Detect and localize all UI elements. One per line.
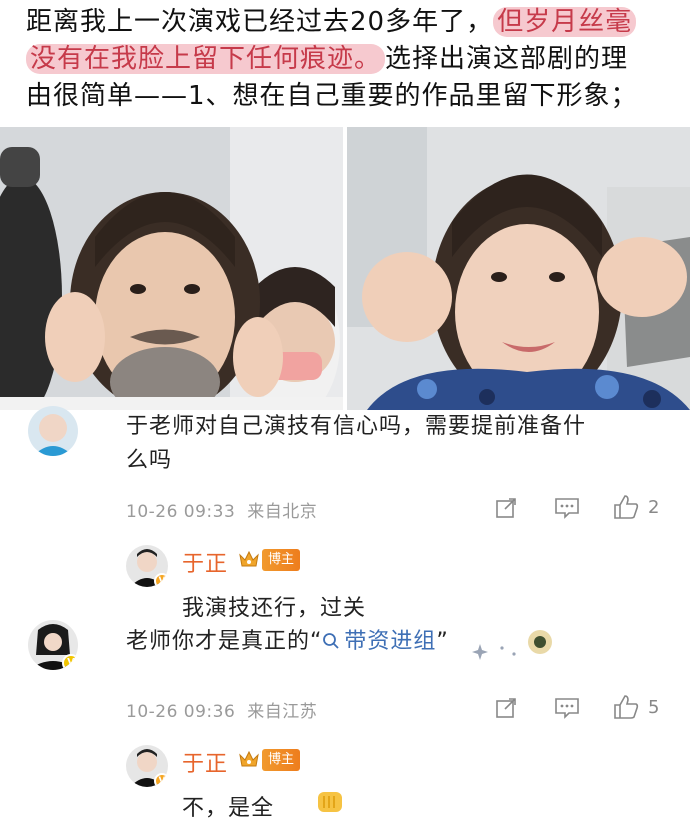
author-name[interactable]: 于正 <box>182 546 228 578</box>
blogger-badge: 博主 <box>262 549 301 571</box>
comment-time: 10-26 09:33 <box>126 502 236 522</box>
photo-makeup-left[interactable] <box>0 127 343 410</box>
comment-button[interactable] <box>554 696 580 720</box>
sparkle-sticker-icon <box>472 630 552 660</box>
comment-meta: 10-26 09:33 来自北京 <box>126 497 317 522</box>
like-icon <box>614 495 639 519</box>
photo-makeup-right[interactable] <box>347 127 690 410</box>
crown-icon <box>239 750 259 767</box>
like-count: 5 <box>648 696 660 718</box>
comment-meta: 10-26 09:36 来自江苏 <box>126 697 317 722</box>
avatar-image <box>28 406 78 456</box>
share-button[interactable] <box>494 496 518 520</box>
comment-text-line2: 么吗 <box>126 448 173 473</box>
like-icon <box>614 695 639 719</box>
comment-icon <box>555 698 579 719</box>
verified-badge-icon: V <box>154 773 168 787</box>
share-button[interactable] <box>494 696 518 720</box>
comment-button[interactable] <box>554 496 580 520</box>
comment-text-suffix: ” <box>436 629 449 654</box>
like-button[interactable]: 2 <box>612 494 659 520</box>
highlight-2: 没有在我脸上留下任何痕迹。 <box>26 44 386 74</box>
emoji-sticker-icon <box>318 792 342 812</box>
author-avatar[interactable]: V <box>126 745 168 787</box>
like-button[interactable]: 5 <box>612 694 659 720</box>
photo-right-illustration <box>347 127 690 410</box>
post-line1-b: 多年了， <box>385 7 494 37</box>
author-name[interactable]: 于正 <box>182 746 228 778</box>
comment-text-prefix: 老师你才是真正的“ <box>126 629 323 654</box>
comment-time: 10-26 09:36 <box>126 702 236 722</box>
reply-text: 我演技还行，过关 <box>182 596 367 621</box>
post-text: 距离我上一次演戏已经过去20多年了， 但岁月丝毫 没有在我脸上留下任何痕迹。 选择出… <box>26 4 676 115</box>
crown-icon <box>239 550 259 567</box>
post-line2-rest: 选择出演这部剧的理 <box>385 44 629 74</box>
comment-2: V 老师你才是真正的“ 带资进组” 10-26 09:36 来自江苏 5 V 于… <box>0 620 690 820</box>
comment-text-line1: 于老师对自己演技有信心吗，需要提前准备什 <box>126 414 587 439</box>
comment-text: 于老师对自己演技有信心吗，需要提前准备什 么吗 <box>126 410 666 478</box>
blogger-badge: 博主 <box>262 749 301 771</box>
photo-strip <box>0 127 690 410</box>
highlight-1: 但岁月丝毫 <box>493 7 637 37</box>
comment-1: 于老师对自己演技有信心吗，需要提前准备什 么吗 10-26 09:33 来自北京… <box>0 406 690 621</box>
topic-link-label: 带资进组 <box>344 629 437 654</box>
avatar[interactable] <box>28 406 78 456</box>
share-icon <box>496 698 516 718</box>
verified-badge-icon: V <box>62 654 78 670</box>
share-icon <box>496 498 516 518</box>
verified-badge-icon: V <box>154 573 168 587</box>
like-count: 2 <box>648 496 660 518</box>
topic-link[interactable]: 带资进组 <box>322 629 436 654</box>
post-line1-num: 20 <box>350 7 386 37</box>
post-line1-a: 距离我上一次演戏已经过去 <box>26 7 351 37</box>
comment-location: 来自江苏 <box>247 702 318 722</box>
author-avatar[interactable]: V <box>126 545 168 587</box>
comment-location: 来自北京 <box>247 502 318 522</box>
post-line3: 由很简单——1、想在自己重要的作品里留下形象； <box>26 81 638 111</box>
avatar[interactable]: V <box>28 620 78 670</box>
comment-icon <box>555 498 579 519</box>
reply-text: 不，是全 <box>182 796 275 820</box>
photo-left-illustration <box>0 127 343 410</box>
search-icon <box>323 633 340 649</box>
